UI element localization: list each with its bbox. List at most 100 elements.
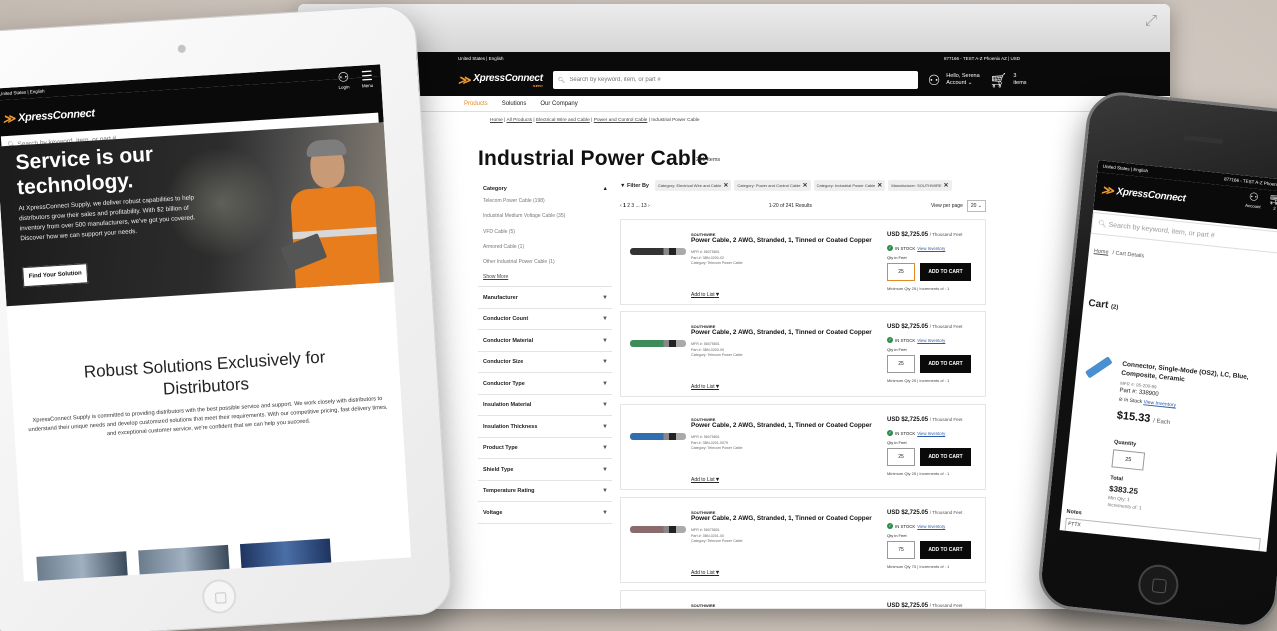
remove-filter-icon[interactable]: ✕ [803,182,808,189]
add-to-list-label: Add to List [691,477,715,483]
add-to-list-button[interactable]: Add to List ▾ [691,569,719,576]
page-link[interactable]: 1 [623,203,626,209]
view-inventory-link[interactable]: View Inventory [917,338,945,343]
facet-shield-type[interactable]: Shield Type ▼ [478,459,612,481]
view-inventory-link[interactable]: View Inventory [917,431,945,436]
facet-product-type[interactable]: Product Type ▼ [478,438,612,460]
product-name[interactable]: Power Cable, 2 AWG, Stranded, 1, Tinned … [691,237,872,244]
chevron-down-icon: ▼ [602,316,608,323]
category-item[interactable]: VFD Cable (5) [483,229,608,244]
cart-item-price: $15.33 / Each [1116,410,1171,428]
page-link[interactable]: 2 [627,203,630,209]
cart-button[interactable]: 🛒︎ 3 items [990,73,1027,87]
add-to-list-button[interactable]: Add to List ▾ [691,476,719,483]
add-to-cart-button[interactable]: ADD TO CART [920,355,971,373]
filter-chip[interactable]: Manufacturer: SOUTHWIRE ✕ [888,180,952,191]
remove-filter-icon[interactable]: ✕ [723,182,728,189]
search-input[interactable] [569,77,913,83]
filter-icon: ▼ [620,182,626,189]
quantity-input[interactable]: 75 [887,541,915,559]
login-label: Login [338,84,350,91]
category-item[interactable]: Industrial Medium Voltage Cable (35) [483,213,608,228]
add-to-cart-button[interactable]: ADD TO CART [920,541,971,559]
category-item[interactable]: Armored Cable (1) [483,244,608,259]
quantity-input[interactable]: 25 [1111,449,1146,471]
locale-selector[interactable]: United States | English [458,56,503,61]
facet-label: Insulation Thickness [483,423,538,430]
remove-filter-icon[interactable]: ✕ [877,182,882,189]
chevron-down-icon: ▾ [716,570,720,576]
product-part: Part #: 3BN-0200-02 [691,255,724,260]
view-inventory-link[interactable]: View Inventory [917,246,945,251]
nav-solutions[interactable]: Solutions [502,101,527,107]
product-image[interactable] [630,248,686,255]
product-image[interactable] [630,340,686,347]
product-name[interactable]: Power Cable, 2 AWG, Stranded, 1, Tinned … [691,422,872,429]
chevron-down-icon: ▼ [602,337,608,344]
expand-icon[interactable]: ⤢ [1142,12,1160,30]
view-inventory-link[interactable]: View Inventory [917,524,945,529]
quantity-input[interactable]: 25 [887,263,915,281]
prev-page-icon[interactable]: ‹ [620,203,622,209]
facet-temperature-rating[interactable]: Temperature Rating ▼ [478,481,612,503]
remove-filter-icon[interactable]: ✕ [944,182,949,189]
add-to-list-button[interactable]: Add to List ▾ [691,383,719,390]
cart-item-image[interactable] [1084,356,1113,379]
breadcrumb-all-products[interactable]: All Products [506,118,532,123]
min-qty-text: Min Qty: 1 Increments of: 1 [1107,495,1143,513]
facet-conductor-material[interactable]: Conductor Material ▼ [478,330,612,352]
add-to-list-button[interactable]: Add to List ▾ [691,291,719,298]
site-logo[interactable]: ≫ XpressConnect SUPPLY [458,73,543,88]
product-mfr: MFR #: 56075801 [691,342,720,346]
nav-products[interactable]: Products [464,101,488,107]
add-to-cart-button[interactable]: ADD TO CART [920,263,971,281]
category-item[interactable]: Other Industrial Power Cable (1) [483,259,608,274]
find-solution-button[interactable]: Find Your Solution [22,263,89,288]
breadcrumb-electrical-wire[interactable]: Electrical Wire and Cable [536,118,590,123]
facet-manufacturer[interactable]: Manufacturer ▼ [478,287,612,309]
nav-our-company[interactable]: Our Company [540,101,577,107]
quantity-input[interactable]: 25 [887,448,915,466]
page-link[interactable]: 13 [641,203,647,209]
category-item[interactable]: Telecom Power Cable (198) [483,198,608,213]
product-meta: MFR #: 56075801 Part #: 3BN-0201-00 Catego… [691,528,742,545]
breadcrumb-home[interactable]: Home [490,118,503,123]
phone-account-button[interactable]: ⚇ Account [1245,191,1262,211]
chevron-down-icon: ▼ [602,402,608,409]
next-page-icon[interactable]: › [648,203,650,209]
show-more-link[interactable]: Show More [483,274,608,280]
facet-conductor-type[interactable]: Conductor Type ▼ [478,373,612,395]
filter-label: ▼ Filter By [620,183,649,189]
price-unit: / Each [1152,418,1171,427]
facet-voltage[interactable]: Voltage ▼ [478,502,612,524]
phone-cart-button[interactable]: 🛒︎ 2 [1267,193,1277,212]
facet-label: Conductor Type [483,380,525,387]
price-value: USD $2,725.05 [887,510,929,516]
login-button[interactable]: ⚇ Login [337,69,350,91]
product-name[interactable]: Power Cable, 2 AWG, Stranded, 1, Tinned … [691,329,872,336]
chevron-up-icon[interactable]: ▲ [603,186,608,192]
category-facet-label[interactable]: Category [483,186,507,192]
tablet-device: United States | English ≫ XpressConnect ⚇… [0,4,453,631]
search-bar[interactable]: 🔍︎ [552,71,918,89]
add-to-cart-button[interactable]: ADD TO CART [920,448,971,466]
product-image[interactable] [630,526,686,533]
facet-insulation-material[interactable]: Insulation Material ▼ [478,395,612,417]
product-image[interactable] [630,433,686,440]
product-name[interactable]: Power Cable, 2 AWG, Stranded, 1, Tinned … [691,515,872,522]
account-info: 877166 - TEST A-Z Phoenix AZ | USD [943,55,1020,61]
breadcrumb-power-control[interactable]: Power and Control Cable [594,118,648,123]
quantity-input[interactable]: 25 [887,355,915,373]
view-inventory-link[interactable]: View Inventory [1143,399,1176,408]
filter-chip[interactable]: Category: Industrial Power Cable ✕ [813,180,886,191]
menu-button[interactable]: ☰ Menu [361,68,374,90]
facet-conductor-size[interactable]: Conductor Size ▼ [478,352,612,374]
account-menu[interactable]: ⚇ Hello, Serena Account ⌄ [928,73,980,87]
filter-chip[interactable]: Category: Power and Control Cable ✕ [734,180,811,191]
per-page-select[interactable]: 20 ⌄ [966,200,986,212]
page-link[interactable]: 3 [631,203,634,209]
facet-label: Product Type [483,445,518,452]
filter-chip[interactable]: Category: Electrical Wire and Cable ✕ [655,180,732,191]
facet-insulation-thickness[interactable]: Insulation Thickness ▼ [478,416,612,438]
facet-conductor-count[interactable]: Conductor Count ▼ [478,309,612,331]
